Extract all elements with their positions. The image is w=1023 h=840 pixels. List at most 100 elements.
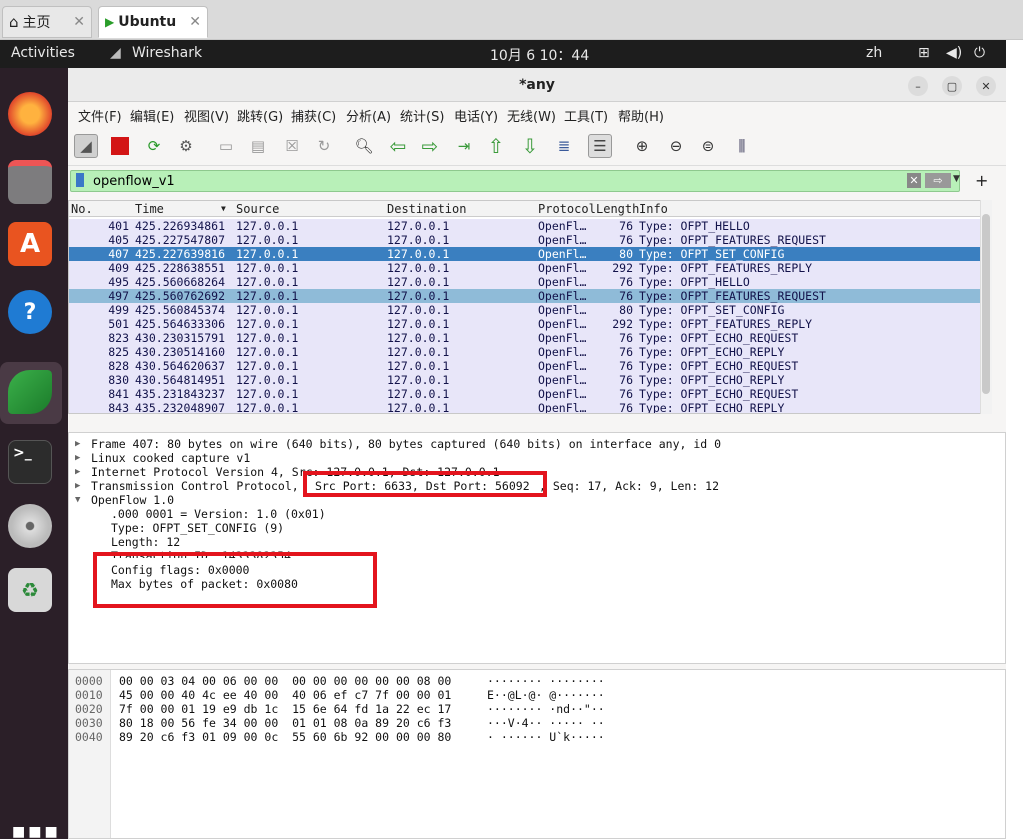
- hex-bytes[interactable]: 89 20 c6 f3 01 09 00 0c 55 60 6b 92 00 0…: [119, 730, 451, 744]
- last-packet-icon[interactable]: ⇩: [518, 134, 542, 158]
- hex-off[interactable]: 0000: [75, 674, 103, 688]
- hex-ascii[interactable]: · ······ U`k·····: [487, 730, 605, 744]
- close-icon[interactable]: ✕: [976, 76, 996, 96]
- display-filter-bar[interactable]: openflow_v1 ✕ ⇨ ▼: [70, 170, 960, 192]
- packet-row[interactable]: 401 425.226934861 127.0.0.1 127.0.0.1 OpenFl…: [69, 219, 991, 233]
- packet-row[interactable]: 499 425.560845374 127.0.0.1 127.0.0.1 OpenFl…: [69, 303, 991, 317]
- openflow-length[interactable]: Length: 12: [111, 535, 180, 549]
- input-language[interactable]: zh: [866, 45, 882, 61]
- packet-row[interactable]: 828 430.564620637 127.0.0.1 127.0.0.1 OpenFl…: [69, 359, 991, 373]
- column-header-time[interactable]: Time: [135, 202, 164, 216]
- column-header-info[interactable]: Info: [639, 202, 668, 216]
- minimize-icon[interactable]: –: [908, 76, 928, 96]
- add-filter-button-icon[interactable]: +: [975, 171, 988, 190]
- go-back-icon[interactable]: ⇦: [386, 134, 410, 158]
- menu-edit[interactable]: 编辑(E): [130, 106, 174, 125]
- hex-off[interactable]: 0030: [75, 716, 103, 730]
- collapse-arrow-icon[interactable]: ▼: [75, 495, 80, 505]
- resize-columns-icon[interactable]: ⫼: [730, 134, 754, 158]
- packet-row[interactable]: 841 435.231843237 127.0.0.1 127.0.0.1 OpenFl…: [69, 387, 991, 401]
- hex-bytes[interactable]: 00 00 03 04 00 06 00 00 00 00 00 00 00 0…: [119, 674, 451, 688]
- help-icon[interactable]: ?: [8, 290, 52, 334]
- trash-icon[interactable]: ♻: [8, 568, 52, 612]
- active-app-name[interactable]: Wireshark: [132, 45, 202, 61]
- packet-row[interactable]: 407 425.227639816 127.0.0.1 127.0.0.1 OpenFl…: [69, 247, 991, 261]
- menu-tools[interactable]: 工具(T): [564, 106, 608, 125]
- stop-capture-icon[interactable]: [108, 134, 132, 158]
- clock[interactable]: 10月 6 10：44: [490, 45, 589, 65]
- openflow-type[interactable]: Type: OFPT_SET_CONFIG (9): [111, 521, 284, 535]
- packet-row[interactable]: 495 425.560668264 127.0.0.1 127.0.0.1 OpenFl…: [69, 275, 991, 289]
- hex-off[interactable]: 0010: [75, 688, 103, 702]
- hex-ascii[interactable]: ········ ········: [487, 674, 605, 688]
- hex-bytes[interactable]: 45 00 00 40 4c ee 40 00 40 06 ef c7 7f 0…: [119, 688, 451, 702]
- reload-file-icon[interactable]: ↻: [312, 134, 336, 158]
- column-header-length[interactable]: Length: [596, 202, 639, 216]
- packet-row[interactable]: 843 435.232048907 127.0.0.1 127.0.0.1 OpenFl…: [69, 401, 991, 413]
- packet-list-scrollbar[interactable]: [980, 200, 992, 414]
- zoom-out-icon[interactable]: ⊖: [664, 134, 688, 158]
- open-file-icon[interactable]: ▭: [214, 134, 238, 158]
- wireshark-icon[interactable]: [8, 370, 52, 414]
- menu-help[interactable]: 帮助(H): [618, 106, 664, 125]
- hex-off[interactable]: 0020: [75, 702, 103, 716]
- hex-ascii[interactable]: ········ ·nd··"··: [487, 702, 605, 716]
- menu-statistics[interactable]: 统计(S): [400, 106, 444, 125]
- display-filter-input[interactable]: openflow_v1: [93, 174, 175, 189]
- browser-tab-home[interactable]: ⌂ 主页 ✕: [2, 6, 92, 38]
- packet-row[interactable]: 497 425.560762692 127.0.0.1 127.0.0.1 OpenFl…: [69, 289, 991, 303]
- activities-button[interactable]: Activities: [11, 45, 75, 61]
- zoom-normal-icon[interactable]: ⊜: [696, 134, 720, 158]
- column-header-source[interactable]: Source: [236, 202, 279, 216]
- firefox-icon[interactable]: [8, 92, 52, 136]
- packet-row[interactable]: 823 430.230315791 127.0.0.1 127.0.0.1 OpenFl…: [69, 331, 991, 345]
- zoom-in-icon[interactable]: ⊕: [630, 134, 654, 158]
- openflow-version[interactable]: .000 0001 = Version: 1.0 (0x01): [111, 507, 326, 521]
- linux-cooked-line[interactable]: Linux cooked capture v1: [91, 451, 250, 465]
- expand-arrow-icon[interactable]: ▶: [75, 481, 80, 491]
- maximize-icon[interactable]: ▢: [942, 76, 962, 96]
- hex-ascii[interactable]: ···V·4·· ····· ··: [487, 716, 605, 730]
- hex-off[interactable]: 0040: [75, 730, 103, 744]
- packet-row[interactable]: 830 430.564814951 127.0.0.1 127.0.0.1 OpenFl…: [69, 373, 991, 387]
- column-header-destination[interactable]: Destination: [387, 202, 466, 216]
- scrollbar-thumb[interactable]: [982, 214, 990, 394]
- start-capture-icon[interactable]: ◢: [74, 134, 98, 158]
- colorize-icon[interactable]: ☰: [588, 134, 612, 158]
- tcp-line-prefix[interactable]: Transmission Control Protocol,: [91, 479, 299, 493]
- openflow-line[interactable]: OpenFlow 1.0: [91, 493, 174, 507]
- menu-analyze[interactable]: 分析(A): [346, 106, 391, 125]
- hex-ascii[interactable]: E··@L·@· @·······: [487, 688, 605, 702]
- menu-file[interactable]: 文件(F): [78, 106, 122, 125]
- packet-row[interactable]: 501 425.564633306 127.0.0.1 127.0.0.1 OpenFl…: [69, 317, 991, 331]
- autoscroll-icon[interactable]: ≣: [552, 134, 576, 158]
- save-file-icon[interactable]: ▤: [246, 134, 270, 158]
- menu-view[interactable]: 视图(V): [184, 106, 229, 125]
- menu-go[interactable]: 跳转(G): [237, 106, 283, 125]
- expand-arrow-icon[interactable]: ▶: [75, 439, 80, 449]
- expand-arrow-icon[interactable]: ▶: [75, 467, 80, 477]
- restart-capture-icon[interactable]: ⟳: [142, 134, 166, 158]
- disc-icon[interactable]: [8, 504, 52, 548]
- software-center-icon[interactable]: A: [8, 222, 52, 266]
- packet-row[interactable]: 405 425.227547807 127.0.0.1 127.0.0.1 OpenFl…: [69, 233, 991, 247]
- volume-icon[interactable]: ◀): [946, 45, 962, 61]
- hex-bytes[interactable]: 80 18 00 56 fe 34 00 00 01 01 08 0a 89 2…: [119, 716, 451, 730]
- expand-arrow-icon[interactable]: ▶: [75, 453, 80, 463]
- first-packet-icon[interactable]: ⇧: [484, 134, 508, 158]
- browser-tab-ubuntu[interactable]: ▶ Ubuntu ✕: [98, 6, 208, 38]
- apply-filter-icon[interactable]: ⇨: [925, 173, 951, 188]
- files-icon[interactable]: [8, 160, 52, 204]
- find-packet-icon[interactable]: 🔍︎: [352, 134, 376, 158]
- terminal-icon[interactable]: >_: [8, 440, 52, 484]
- go-forward-icon[interactable]: ⇨: [418, 134, 442, 158]
- menu-capture[interactable]: 捕获(C): [291, 106, 336, 125]
- bookmark-icon[interactable]: [76, 173, 84, 187]
- close-file-icon[interactable]: ☒: [280, 134, 304, 158]
- close-icon[interactable]: ✕: [189, 14, 201, 30]
- chevron-down-icon[interactable]: ▼: [953, 174, 960, 184]
- column-header-no[interactable]: No.: [71, 202, 93, 216]
- menu-wireless[interactable]: 无线(W): [507, 106, 556, 125]
- packet-row[interactable]: 825 430.230514160 127.0.0.1 127.0.0.1 OpenFl…: [69, 345, 991, 359]
- clear-filter-icon[interactable]: ✕: [907, 173, 921, 188]
